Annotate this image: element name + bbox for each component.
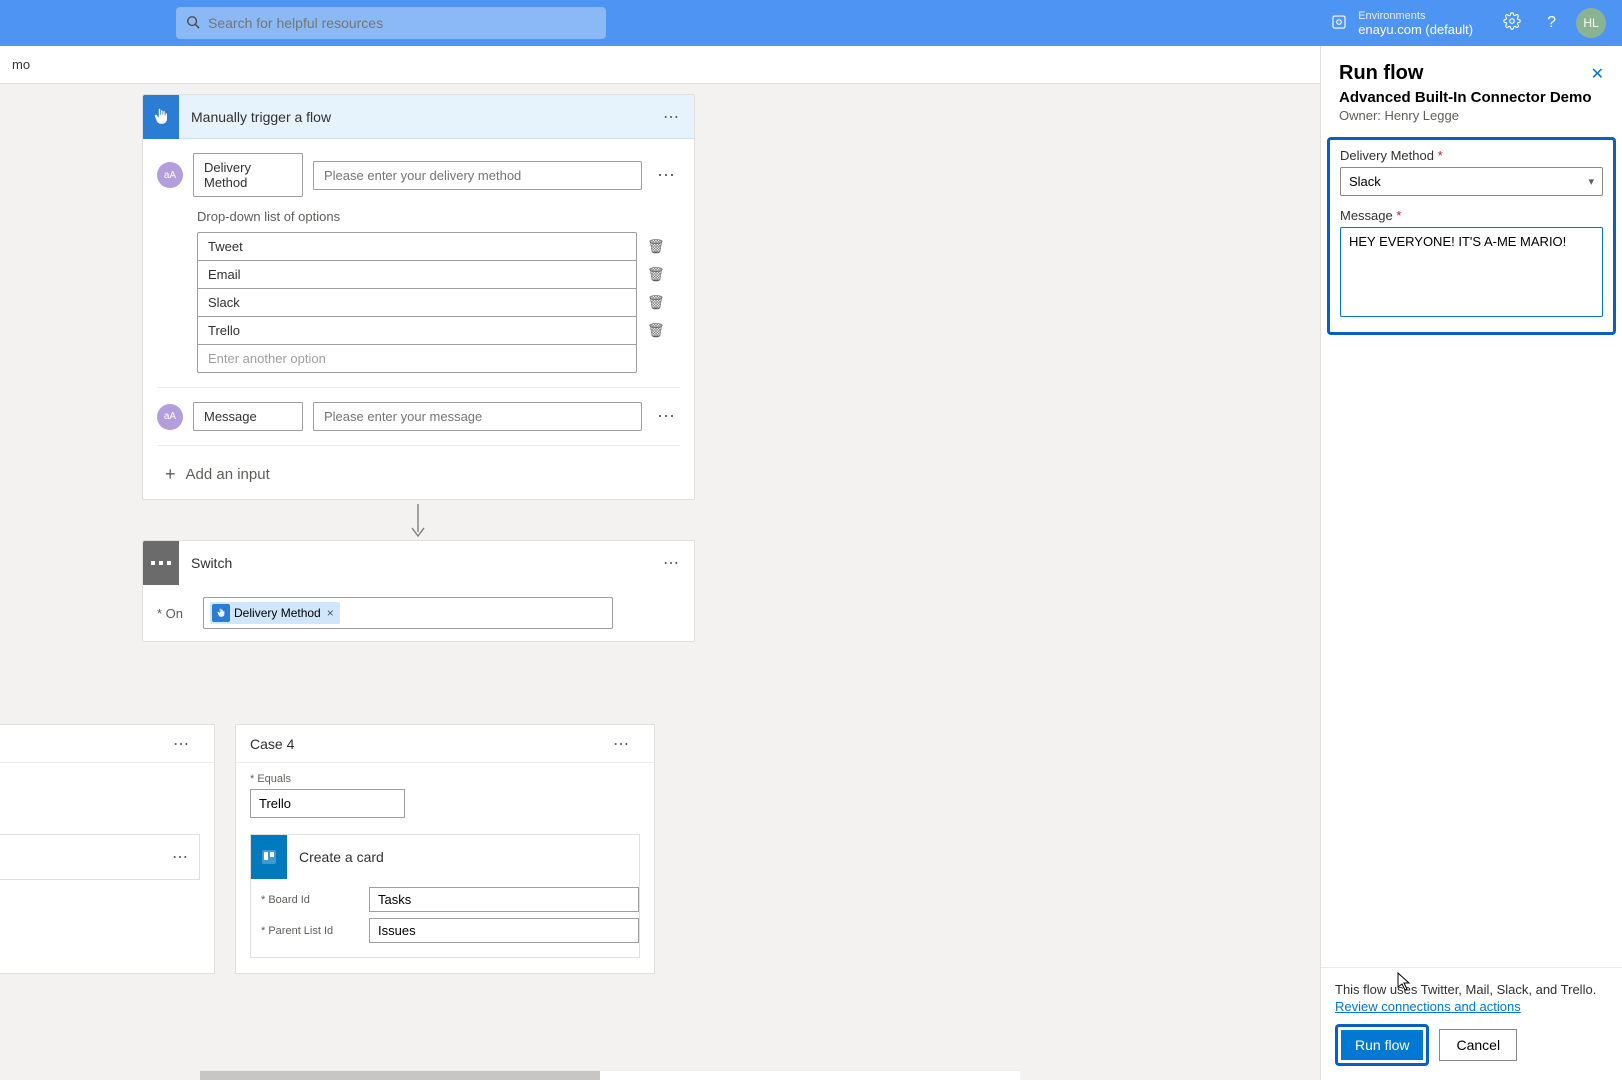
option-item[interactable]: Tweet [198,233,636,260]
case-menu-icon[interactable]: ⋯ [603,734,640,754]
text-input-icon: aA [157,162,183,188]
parent-list-input[interactable] [369,918,639,943]
horizontal-scrollbar[interactable] [200,1070,1020,1080]
search-box[interactable] [176,7,606,39]
delivery-method-token[interactable]: Delivery Method × [210,602,340,624]
switch-card: Switch ⋯ * On Delivery Method × [142,540,695,642]
trash-icon[interactable]: 🗑 [647,235,665,257]
switch-on-input[interactable]: Delivery Method × [203,597,613,629]
cases-row: ⋯ ⋯ Case 3 ⋯ * Equals Post message [0,724,655,974]
trello-action-card: Create a card * Board Id * Parent List I… [250,834,640,958]
case-3-header[interactable]: Case 3 ⋯ [0,725,214,763]
case-menu-icon[interactable]: ⋯ [163,734,200,754]
delivery-method-row: aA Delivery Method ⋯ [157,153,680,197]
app-header: Environments enayu.com (default) ? HL [0,0,1622,46]
equals-input[interactable] [250,789,405,818]
trello-action-header[interactable]: Create a card [251,835,639,879]
message-name[interactable]: Message [193,402,303,431]
trigger-card-header[interactable]: Manually trigger a flow ⋯ [143,95,694,139]
manual-trigger-icon [143,95,179,139]
case-4-header[interactable]: Case 4 ⋯ [236,725,654,763]
plus-icon: + [165,464,176,485]
close-icon[interactable]: ✕ [1591,64,1604,84]
add-action-button[interactable]: Add an action [0,930,200,947]
run-flow-button[interactable]: Run flow [1341,1030,1423,1060]
avatar[interactable]: HL [1576,8,1606,38]
slack-action-header[interactable]: Post message ⋯ [0,835,199,879]
run-flow-panel: Run flow ✕ Advanced Built-In Connector D… [1320,46,1622,1080]
review-connections-link[interactable]: Review connections and actions [1335,999,1608,1014]
help-icon[interactable]: ? [1547,14,1556,32]
trash-icon[interactable]: 🗑 [647,263,665,285]
board-id-input[interactable] [369,887,639,912]
cancel-button[interactable]: Cancel [1439,1029,1517,1061]
message-textarea[interactable] [1340,227,1603,317]
parent-list-label: * Parent List Id [251,925,361,937]
add-input-button[interactable]: + Add an input [157,460,680,485]
delivery-method-label: Delivery Method * [1340,148,1603,163]
message-label: Message * [1340,208,1603,223]
trash-icon[interactable]: 🗑 [647,319,665,341]
token-label: Delivery Method [234,606,321,620]
switch-title: Switch [179,555,649,571]
switch-menu-icon[interactable]: ⋯ [649,553,694,573]
board-id-label: * Board Id [251,894,361,906]
delivery-method-select[interactable]: Slack ▾ [1340,167,1603,196]
environment-icon [1330,13,1348,34]
slack-action-title: Post message [0,849,162,865]
connector-arrow [408,504,428,545]
dropdown-options: Tweet Email Slack Trello Enter another o… [197,232,637,373]
connections-notice: This flow uses Twitter, Mail, Slack, and… [1335,982,1608,997]
gear-icon[interactable] [1503,12,1521,35]
dropdown-label: Drop-down list of options [197,209,680,224]
add-input-label: Add an input [186,466,270,483]
run-button-highlight: Run flow [1335,1024,1429,1066]
trigger-card: Manually trigger a flow ⋯ aA Delivery Me… [142,94,695,500]
delivery-method-value: Slack [1349,174,1381,189]
panel-subtitle: Advanced Built-In Connector Demo [1339,89,1604,106]
environment-label: Environments [1358,10,1473,22]
trello-action-title: Create a card [287,849,639,865]
option-placeholder[interactable]: Enter another option [198,345,636,372]
equals-label: * Equals [0,773,200,785]
case-4-card: Case 4 ⋯ * Equals Create a card [235,724,655,974]
search-input[interactable] [208,15,596,31]
equals-label: * Equals [250,773,640,785]
text-input-icon: aA [157,404,183,430]
option-item[interactable]: Trello [198,317,636,344]
panel-title: Run flow [1339,62,1591,85]
panel-owner: Owner: Henry Legge [1339,108,1604,123]
search-icon [186,15,200,32]
delivery-method-value[interactable] [313,161,642,190]
breadcrumb: mo [12,57,30,72]
delivery-method-name[interactable]: Delivery Method [193,153,303,197]
option-item[interactable]: Slack [198,289,636,316]
slack-action-card: Post message ⋯ [0,834,200,880]
row-menu-icon[interactable]: ⋯ [652,165,680,186]
trello-icon [251,835,287,879]
trash-icon[interactable]: 🗑 [647,291,665,313]
switch-header[interactable]: Switch ⋯ [143,541,694,585]
inputs-highlight: Delivery Method * Slack ▾ Message * [1327,137,1616,335]
environment-picker[interactable]: Environments enayu.com (default) [1330,10,1473,37]
switch-on-label: * On [157,606,183,621]
token-remove-icon[interactable]: × [325,606,336,620]
option-item[interactable]: Email [198,261,636,288]
token-icon [212,604,230,622]
row-menu-icon[interactable]: ⋯ [652,406,680,427]
trigger-menu-icon[interactable]: ⋯ [649,107,694,127]
action-menu-icon[interactable]: ⋯ [162,847,199,867]
message-value[interactable] [313,402,642,431]
trigger-title: Manually trigger a flow [179,109,649,125]
case-title: Case 4 [250,736,294,752]
switch-icon [143,541,179,585]
flow-canvas[interactable]: Manually trigger a flow ⋯ aA Delivery Me… [0,84,1030,1080]
chevron-down-icon: ▾ [1588,175,1594,188]
case-3-card: Case 3 ⋯ * Equals Post message ⋯ [0,724,215,974]
message-row: aA Message ⋯ [157,402,680,431]
environment-name: enayu.com (default) [1358,22,1473,37]
